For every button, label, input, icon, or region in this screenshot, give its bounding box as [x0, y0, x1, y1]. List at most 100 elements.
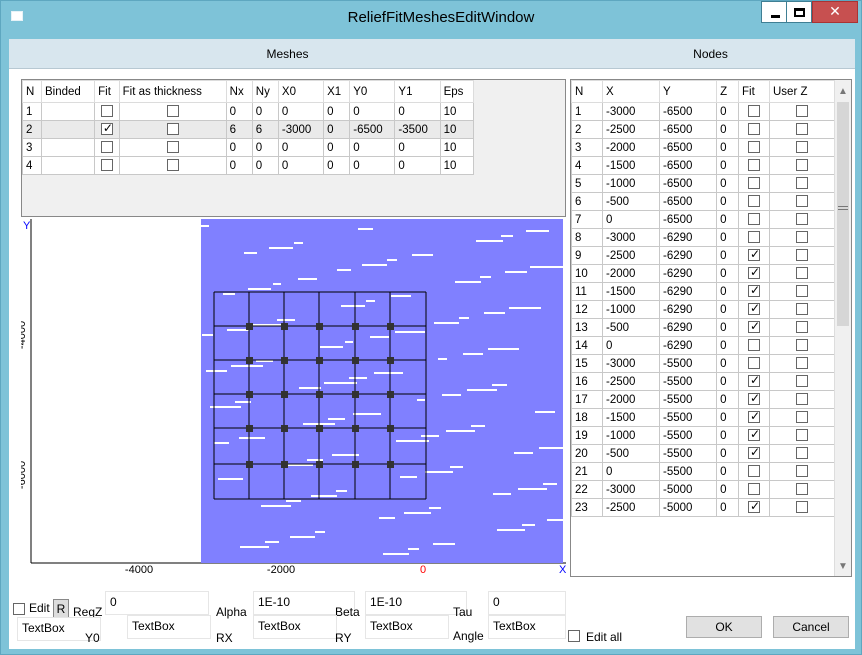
meshes-column-header[interactable]: Nx — [225, 80, 253, 103]
meshes-column-header[interactable]: X0 — [277, 80, 325, 103]
node-cell-x[interactable]: -3000 — [601, 354, 661, 373]
node-cell-n[interactable]: 10 — [571, 264, 603, 283]
mesh-cell-x1[interactable]: 0 — [323, 138, 351, 157]
node-fit-checkbox[interactable] — [748, 213, 761, 226]
mesh-cell-y1[interactable]: 0 — [394, 102, 441, 121]
node-fit-checkbox[interactable] — [748, 231, 761, 244]
node-cell-x[interactable]: -3000 — [601, 480, 661, 499]
node-cell-x[interactable]: -3000 — [601, 228, 661, 247]
node-cell-z[interactable]: 0 — [716, 102, 740, 121]
node-row[interactable]: 13 -500 -6290 0 — [571, 318, 835, 337]
user-z-checkbox[interactable] — [796, 447, 808, 460]
node-cell-fit[interactable] — [738, 102, 770, 121]
node-cell-z[interactable]: 0 — [716, 408, 740, 427]
node-fit-checkbox[interactable] — [748, 339, 761, 352]
mesh-cell-binded[interactable] — [40, 138, 96, 157]
mesh-row[interactable]: 3 0 0 0 0 0 0 10 — [22, 138, 475, 157]
node-fit-checkbox[interactable] — [748, 499, 760, 514]
user-z-checkbox[interactable] — [796, 213, 808, 226]
node-cell-fit[interactable] — [738, 138, 770, 157]
mesh-cell-fitthickness[interactable] — [118, 156, 227, 175]
node-cell-z[interactable]: 0 — [716, 426, 740, 445]
node-cell-y[interactable]: -5500 — [659, 408, 718, 427]
mesh-cell-binded[interactable] — [40, 102, 96, 121]
node-fit-checkbox[interactable] — [748, 409, 760, 424]
node-cell-n[interactable]: 16 — [571, 372, 603, 391]
nodes-column-header[interactable]: Fit — [738, 80, 770, 103]
regz-input[interactable]: 0 — [105, 591, 209, 615]
nodes-column-header[interactable]: X — [601, 80, 661, 103]
mesh-cell-x0[interactable]: 0 — [277, 102, 325, 121]
node-cell-fit[interactable] — [738, 318, 770, 337]
mesh-cell-n[interactable]: 4 — [22, 156, 42, 175]
mesh-cell-ny[interactable]: 6 — [251, 120, 279, 139]
close-button[interactable]: ✕ — [812, 1, 858, 23]
node-cell-z[interactable]: 0 — [716, 192, 740, 211]
meshes-column-header[interactable]: X1 — [323, 80, 351, 103]
node-cell-y[interactable]: -6500 — [659, 174, 718, 193]
node-cell-y[interactable]: -5500 — [659, 426, 718, 445]
node-cell-fit[interactable] — [738, 228, 770, 247]
title-bar[interactable]: ReliefFitMeshesEditWindow ✕ — [1, 1, 861, 39]
node-cell-z[interactable]: 0 — [716, 120, 740, 139]
node-fit-checkbox[interactable] — [748, 247, 760, 262]
node-fit-checkbox[interactable] — [748, 265, 760, 280]
node-fit-checkbox[interactable] — [748, 177, 761, 190]
node-row[interactable]: 12 -1000 -6290 0 — [571, 300, 835, 319]
node-cell-z[interactable]: 0 — [716, 372, 740, 391]
mesh-cell-y0[interactable]: 0 — [349, 138, 396, 157]
node-cell-z[interactable]: 0 — [716, 444, 740, 463]
scroll-down-icon[interactable]: ▼ — [835, 561, 851, 572]
mesh-cell-eps[interactable]: 10 — [439, 138, 475, 157]
node-cell-z[interactable]: 0 — [716, 174, 740, 193]
user-z-checkbox[interactable] — [796, 411, 808, 424]
node-cell-z[interactable]: 0 — [716, 390, 740, 409]
node-cell-n[interactable]: 21 — [571, 462, 603, 481]
mesh-row[interactable]: 1 0 0 0 0 0 0 10 — [22, 102, 475, 121]
node-cell-userz[interactable] — [769, 354, 835, 373]
node-cell-userz[interactable] — [769, 246, 835, 265]
mesh-cell-y1[interactable]: -3500 — [394, 120, 441, 139]
node-cell-userz[interactable] — [769, 408, 835, 427]
nodes-vertical-scrollbar[interactable]: ▲ ▼ — [834, 80, 851, 576]
node-cell-y[interactable]: -6500 — [659, 156, 718, 175]
node-cell-fit[interactable] — [738, 372, 770, 391]
node-cell-z[interactable]: 0 — [716, 354, 740, 373]
node-cell-n[interactable]: 1 — [571, 102, 603, 121]
node-cell-fit[interactable] — [738, 264, 770, 283]
node-cell-userz[interactable] — [769, 390, 835, 409]
mesh-cell-y1[interactable]: 0 — [394, 138, 441, 157]
node-cell-x[interactable]: 0 — [601, 210, 661, 229]
mesh-cell-binded[interactable] — [40, 156, 96, 175]
node-fit-checkbox[interactable] — [748, 465, 761, 478]
user-z-checkbox[interactable] — [796, 375, 808, 388]
node-cell-userz[interactable] — [769, 426, 835, 445]
node-fit-checkbox[interactable] — [748, 123, 761, 136]
mesh-row[interactable]: 266-30000-6500-350010 — [22, 120, 475, 139]
fit-as-thickness-checkbox[interactable] — [166, 105, 179, 118]
mesh-cell-x1[interactable]: 0 — [323, 156, 351, 175]
node-cell-fit[interactable] — [738, 354, 770, 373]
node-cell-userz[interactable] — [769, 138, 835, 157]
node-cell-fit[interactable] — [738, 300, 770, 319]
node-cell-x[interactable]: -2500 — [601, 498, 661, 517]
node-cell-y[interactable]: -6500 — [659, 192, 718, 211]
node-cell-y[interactable]: -6500 — [659, 138, 718, 157]
node-cell-n[interactable]: 2 — [571, 120, 603, 139]
mesh-cell-eps[interactable]: 10 — [439, 156, 475, 175]
relief-plot[interactable]: -4000 -2000 0 -4000 -6000 X Y — [16, 219, 571, 576]
scrollbar-thumb[interactable] — [837, 102, 849, 326]
node-cell-n[interactable]: 19 — [571, 426, 603, 445]
node-cell-z[interactable]: 0 — [716, 282, 740, 301]
node-fit-checkbox[interactable] — [748, 391, 760, 406]
node-fit-checkbox[interactable] — [748, 283, 760, 298]
node-cell-fit[interactable] — [738, 282, 770, 301]
node-cell-n[interactable]: 6 — [571, 192, 603, 211]
nodes-column-header[interactable]: Z — [716, 80, 740, 103]
mesh-cell-n[interactable]: 2 — [22, 120, 42, 139]
node-cell-x[interactable]: -2500 — [601, 246, 661, 265]
node-cell-userz[interactable] — [769, 228, 835, 247]
user-z-checkbox[interactable] — [796, 321, 808, 334]
node-cell-n[interactable]: 7 — [571, 210, 603, 229]
user-z-checkbox[interactable] — [796, 267, 808, 280]
